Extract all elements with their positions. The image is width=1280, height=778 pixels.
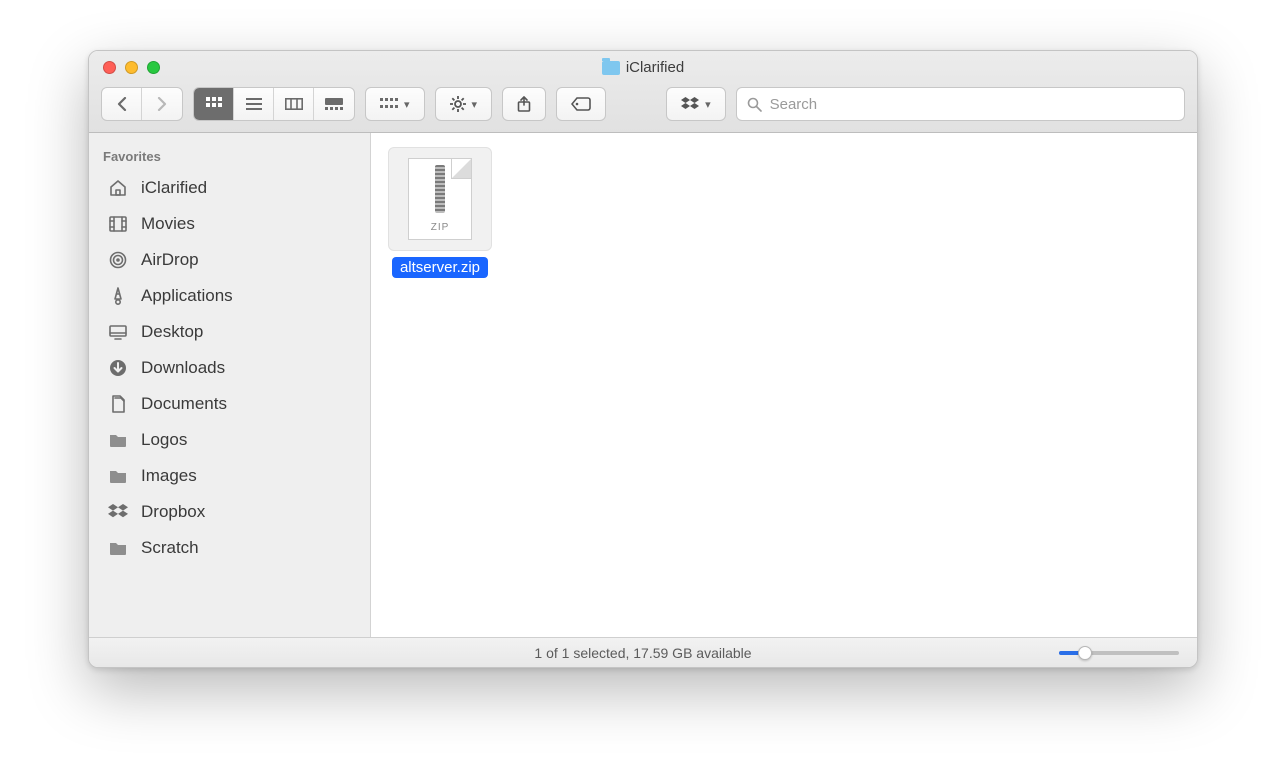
chevron-down-icon: ▾ [472,98,478,111]
home-icon [107,177,129,199]
sidebar-item-label: Dropbox [141,502,205,522]
view-gallery-button[interactable] [314,88,354,120]
columns-icon [285,98,303,110]
nav-buttons [101,87,183,121]
titlebar: iClarified [89,51,1197,133]
sidebar-item-airdrop[interactable]: AirDrop [89,242,370,278]
slider-knob[interactable] [1078,646,1092,660]
tags-button[interactable] [556,87,606,121]
file-name-label: altserver.zip [392,257,488,278]
icon-size-slider[interactable] [1059,651,1179,655]
share-button[interactable] [502,87,546,121]
file-grid[interactable]: ZIP altserver.zip [371,133,1197,637]
sidebar-item-label: Applications [141,286,233,306]
close-button[interactable] [103,61,116,74]
list-icon [246,98,262,110]
downloads-icon [107,357,129,379]
file-icon: ZIP [388,147,492,251]
view-icons-button[interactable] [194,88,234,120]
chevron-left-icon [116,97,128,111]
airdrop-icon [107,249,129,271]
movies-icon [107,213,129,235]
grid-icon [206,97,222,111]
sidebar-item-documents[interactable]: Documents [89,386,370,422]
folder-icon [107,537,129,559]
toolbar: ▾ ▾ ▾ [89,85,1197,132]
dropbox-icon [681,97,699,111]
view-columns-button[interactable] [274,88,314,120]
dropbox-button[interactable]: ▾ [666,87,726,121]
file-item[interactable]: ZIP altserver.zip [385,147,495,278]
apps-icon [107,285,129,307]
desktop-icon [107,321,129,343]
status-bar: 1 of 1 selected, 17.59 GB available [89,637,1197,667]
window-title-text: iClarified [626,59,684,76]
sidebar-item-dropbox[interactable]: Dropbox [89,494,370,530]
sidebar-item-label: Documents [141,394,227,414]
sidebar-item-downloads[interactable]: Downloads [89,350,370,386]
sidebar-item-label: iClarified [141,178,207,198]
status-text: 1 of 1 selected, 17.59 GB available [534,645,751,661]
folder-icon [602,61,620,75]
sidebar-item-images[interactable]: Images [89,458,370,494]
sidebar-item-desktop[interactable]: Desktop [89,314,370,350]
documents-icon [107,393,129,415]
file-type-label: ZIP [431,222,450,233]
chevron-right-icon [156,97,168,111]
action-menu-button[interactable]: ▾ [435,87,493,121]
sidebar-item-applications[interactable]: Applications [89,278,370,314]
zoom-button[interactable] [147,61,160,74]
sidebar-item-scratch[interactable]: Scratch [89,530,370,566]
sidebar-item-movies[interactable]: Movies [89,206,370,242]
sidebar-item-iclarified[interactable]: iClarified [89,170,370,206]
group-by-button[interactable]: ▾ [365,87,425,121]
minimize-button[interactable] [125,61,138,74]
folder-icon [107,429,129,451]
sidebar-item-label: Movies [141,214,195,234]
forward-button[interactable] [142,88,182,120]
search-icon [747,97,762,112]
sidebar-item-label: Downloads [141,358,225,378]
view-list-button[interactable] [234,88,274,120]
sidebar-item-label: AirDrop [141,250,199,270]
titlebar-row: iClarified [89,51,1197,85]
finder-window: iClarified [88,50,1198,668]
traffic-lights [103,61,160,74]
chevron-down-icon: ▾ [705,98,711,111]
group-icon [380,98,398,110]
back-button[interactable] [102,88,142,120]
sidebar-item-logos[interactable]: Logos [89,422,370,458]
window-body: Favorites iClarified Movies AirDrop Applica… [89,133,1197,637]
view-mode-segment [193,87,355,121]
tag-icon [571,97,591,111]
search-input[interactable] [770,96,1174,113]
sidebar-section-favorites: Favorites [89,143,370,170]
window-title: iClarified [89,59,1197,76]
search-field[interactable] [736,87,1185,121]
sidebar-item-label: Scratch [141,538,199,558]
folder-icon [107,465,129,487]
share-icon [517,96,531,112]
sidebar-item-label: Images [141,466,197,486]
sidebar-item-label: Logos [141,430,187,450]
zip-document-icon: ZIP [408,158,472,240]
gallery-icon [325,98,343,110]
sidebar: Favorites iClarified Movies AirDrop Applica… [89,133,371,637]
gear-icon [450,96,466,112]
dropbox-icon [107,501,129,523]
sidebar-item-label: Desktop [141,322,203,342]
chevron-down-icon: ▾ [404,98,410,111]
